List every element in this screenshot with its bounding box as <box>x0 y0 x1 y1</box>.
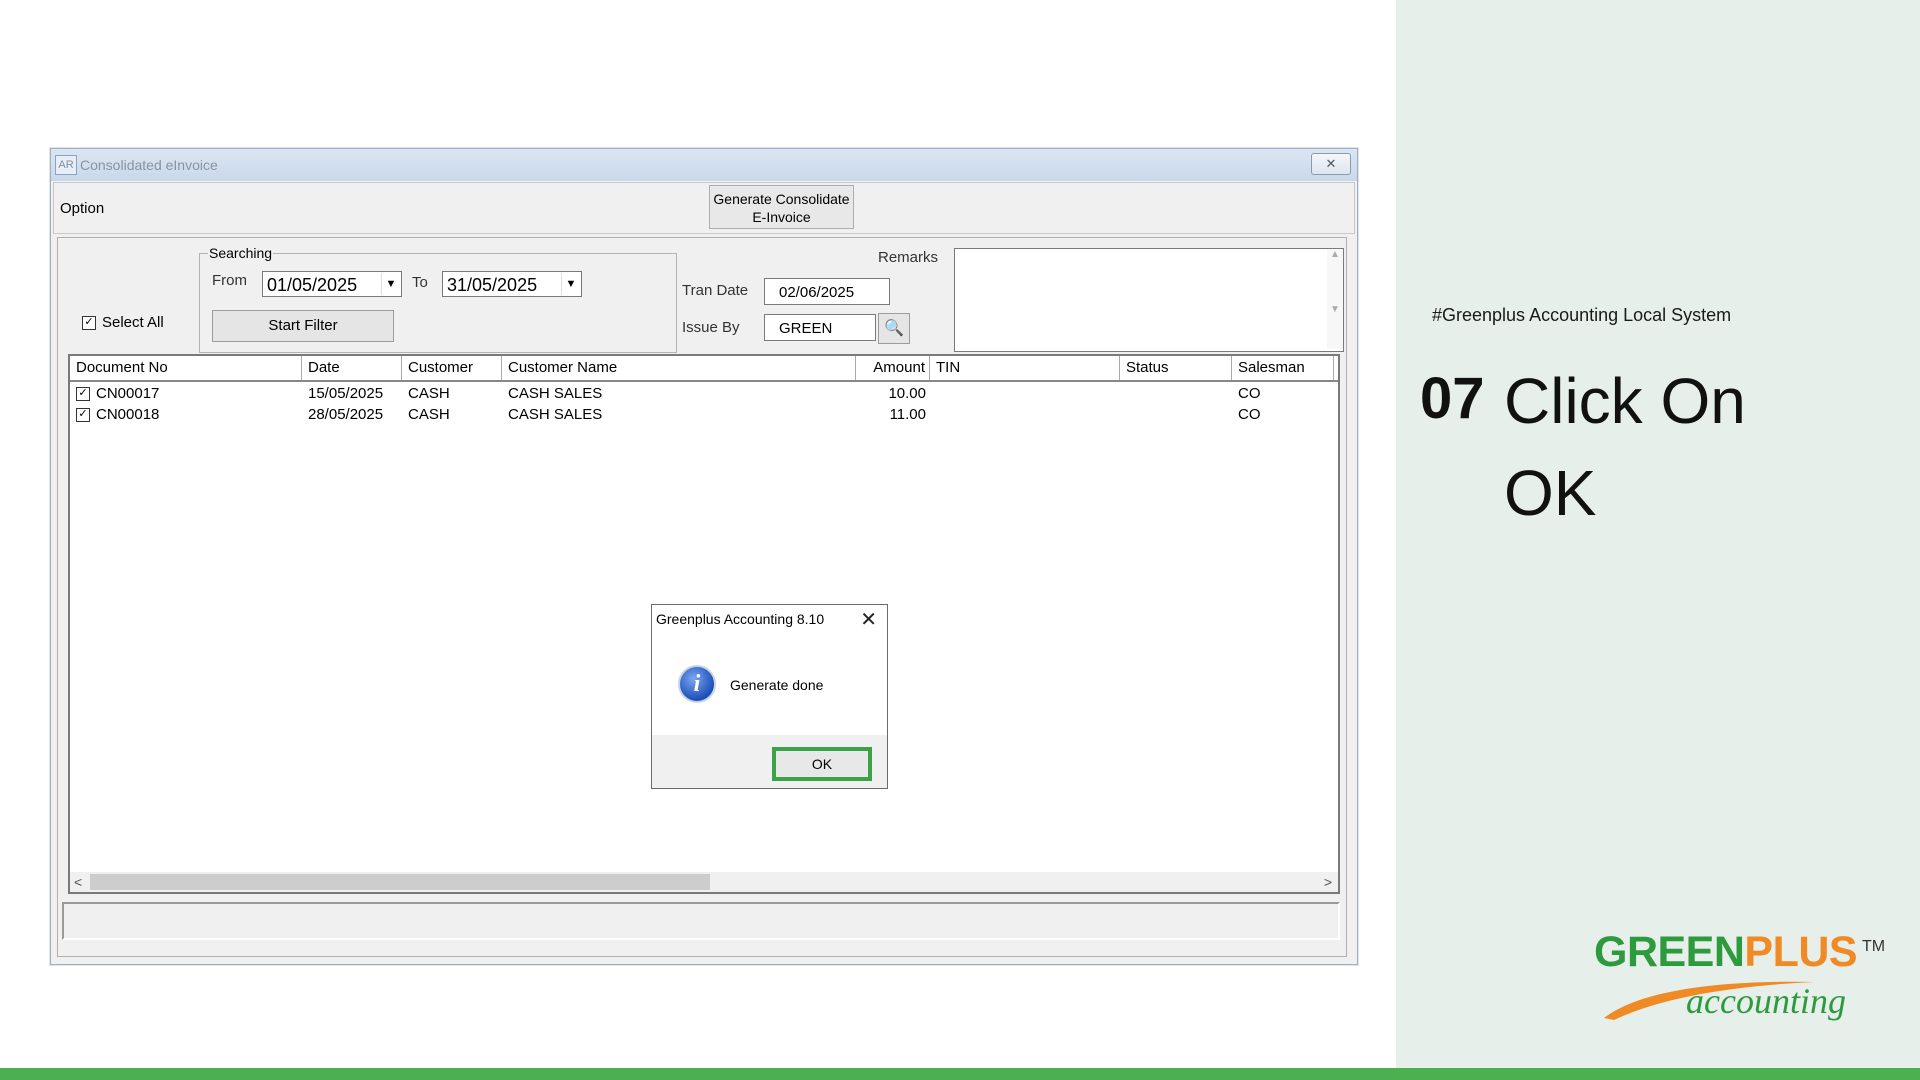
chevron-down-icon[interactable]: ▼ <box>561 273 580 295</box>
table-row[interactable]: ✓ CN00017 15/05/2025 CASH CASH SALES 10.… <box>70 384 1338 404</box>
bottom-accent-bar <box>0 1068 1920 1080</box>
dialog-message: Generate done <box>730 677 824 693</box>
logo-trademark: TM <box>1862 938 1886 955</box>
searching-label: Searching <box>208 245 274 261</box>
col-header-status[interactable]: Status <box>1120 356 1232 380</box>
logo-plus-text: PLUS <box>1744 928 1858 976</box>
start-filter-button[interactable]: Start Filter <box>212 310 394 342</box>
col-header-tin[interactable]: TIN <box>930 356 1120 380</box>
checkbox-icon: ✓ <box>82 316 96 331</box>
greenplus-logo: GREENPLUS TM accounting <box>1594 928 1886 1028</box>
to-date-value: 31/05/2025 <box>447 275 538 295</box>
message-dialog: Greenplus Accounting 8.10 ✕ i Generate d… <box>651 604 888 789</box>
cell-salesman: CO <box>1238 385 1261 402</box>
hashtag-caption: #Greenplus Accounting Local System <box>1432 305 1732 325</box>
cell-amount: 11.00 <box>889 406 926 423</box>
option-bar: Option Generate Consolidate E-Invoice <box>53 182 1355 234</box>
row-checkbox[interactable]: ✓ <box>76 384 96 404</box>
cell-customer: CASH <box>408 406 450 423</box>
logo-wordmark: GREENPLUS <box>1594 928 1858 977</box>
checkbox-icon: ✓ <box>76 387 90 402</box>
window-titlebar[interactable]: AR Consolidated eInvoice ✕ <box>51 149 1357 181</box>
tran-date-label: Tran Date <box>682 282 749 299</box>
col-header-customer[interactable]: Customer <box>402 356 502 380</box>
logo-accounting-text: accounting <box>1686 981 1846 1021</box>
cell-customer: CASH <box>408 385 450 402</box>
col-header-salesman[interactable]: Salesman <box>1232 356 1334 380</box>
status-bar <box>62 902 1340 940</box>
dialog-footer: OK <box>652 735 887 788</box>
issue-by-field[interactable]: GREEN <box>764 314 876 341</box>
cell-amount: 10.00 <box>888 385 926 402</box>
checkbox-icon: ✓ <box>76 408 90 423</box>
col-header-customer-name[interactable]: Customer Name <box>502 356 856 380</box>
issue-by-label: Issue By <box>682 319 740 336</box>
info-icon: i <box>678 665 716 703</box>
cell-doc-no: CN00018 <box>96 406 160 423</box>
generate-consolidate-einvoice-button[interactable]: Generate Consolidate E-Invoice <box>709 185 854 229</box>
app-icon: AR <box>55 155 77 175</box>
from-label: From <box>212 272 247 289</box>
window-close-button[interactable]: ✕ <box>1311 153 1351 175</box>
table-row[interactable]: ✓ CN00018 28/05/2025 CASH CASH SALES 11.… <box>70 405 1338 425</box>
ok-button[interactable]: OK <box>772 747 872 781</box>
cell-date: 28/05/2025 <box>308 406 384 423</box>
col-header-amount[interactable]: Amount <box>856 356 930 380</box>
close-icon[interactable]: ✕ <box>860 607 877 632</box>
main-panel: ✓ Select All Searching From 01/05/2025 ▼ … <box>57 237 1347 957</box>
searching-group: Searching From 01/05/2025 ▼ To 31/05/202… <box>199 245 677 353</box>
cell-customer-name: CASH SALES <box>508 385 603 402</box>
consolidated-einvoice-window: AR Consolidated eInvoice ✕ Option Genera… <box>50 148 1358 965</box>
chevron-right-icon[interactable]: > <box>1324 872 1332 892</box>
remarks-textarea[interactable]: ▲ ▼ <box>954 248 1344 352</box>
step-number: 07 <box>1420 366 1485 431</box>
remarks-scrollbar[interactable]: ▲ ▼ <box>1327 249 1343 349</box>
col-header-date[interactable]: Date <box>302 356 402 380</box>
table-header: Document No Date Customer Customer Name … <box>70 356 1338 382</box>
dialog-title: Greenplus Accounting 8.10 <box>656 611 825 627</box>
cell-customer-name: CASH SALES <box>508 406 603 423</box>
tran-date-field[interactable]: 02/06/2025 <box>764 278 890 305</box>
horizontal-scrollbar[interactable]: < > <box>70 872 1338 892</box>
chevron-left-icon[interactable]: < <box>74 872 82 892</box>
search-icon[interactable]: 🔍 <box>878 313 910 344</box>
remarks-label: Remarks <box>878 249 939 266</box>
row-checkbox[interactable]: ✓ <box>76 405 96 425</box>
option-label: Option <box>60 200 105 217</box>
cell-doc-no: CN00017 <box>96 385 160 402</box>
to-label: To <box>412 274 428 291</box>
chevron-down-icon[interactable]: ▼ <box>381 273 400 295</box>
step-text: Click On OK <box>1504 365 1746 529</box>
window-title: Consolidated eInvoice <box>80 157 218 173</box>
from-date-field[interactable]: 01/05/2025 ▼ <box>262 271 402 297</box>
to-date-field[interactable]: 31/05/2025 ▼ <box>442 271 582 297</box>
cell-date: 15/05/2025 <box>308 385 384 402</box>
select-all-checkbox[interactable]: ✓ Select All <box>82 314 164 331</box>
col-header-document-no[interactable]: Document No <box>70 356 302 380</box>
scrollbar-thumb[interactable] <box>90 874 710 890</box>
cell-salesman: CO <box>1238 406 1261 423</box>
select-all-label: Select All <box>102 314 164 331</box>
from-date-value: 01/05/2025 <box>267 275 358 295</box>
logo-green-text: GREEN <box>1594 928 1745 976</box>
